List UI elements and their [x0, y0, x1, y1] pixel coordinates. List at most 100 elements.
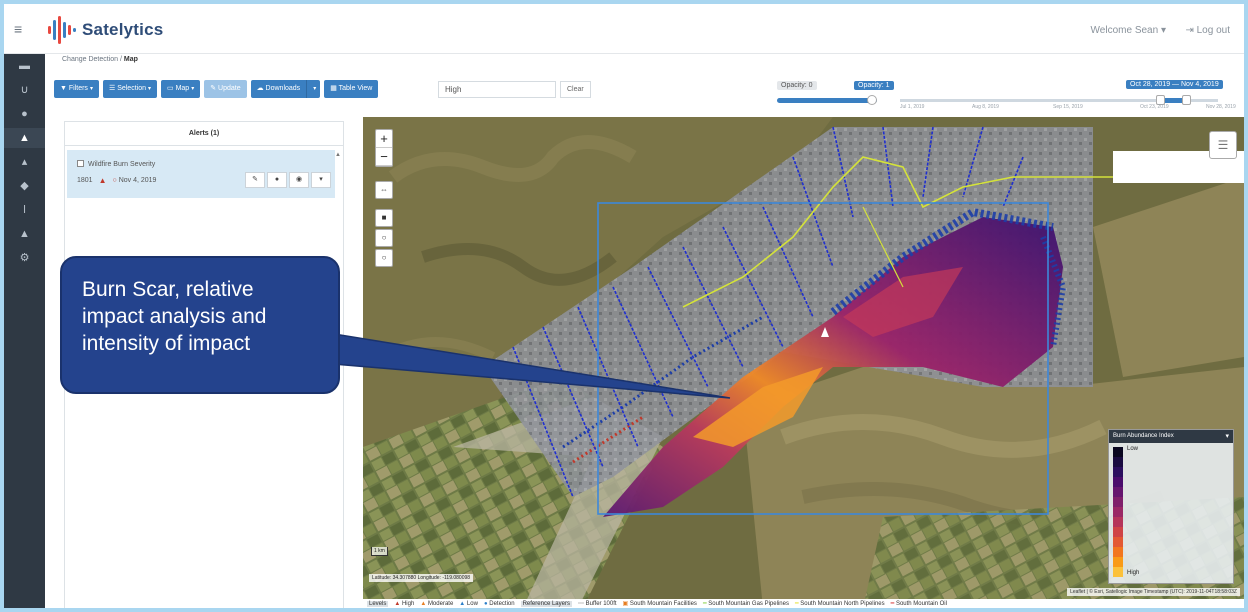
chevron-down-icon[interactable]: ▾ [1225, 430, 1229, 443]
levels-bar: Levels ▲ High ▲ Moderate ▲ Low ● Detecti… [363, 599, 1244, 608]
map-attribution: Leaflet | © Esri, Satellogic Image Times… [1067, 588, 1240, 596]
update-button[interactable]: ✎ Update [204, 80, 247, 98]
level-low[interactable]: ▲ Low [459, 601, 478, 607]
table-view-button[interactable]: ▦ Table View [324, 80, 379, 98]
welcome-text: Welcome Sean [1090, 25, 1159, 36]
timeline-tick: Sep 15, 2019 [1053, 104, 1083, 110]
leaf-icon[interactable]: ◆ [4, 176, 45, 196]
layer-facilities[interactable]: ▣ South Mountain Facilities [623, 600, 697, 607]
flask-icon[interactable]: ▴ [4, 152, 45, 172]
draw-circle-icon[interactable]: ○ [375, 229, 393, 247]
layer-buffer[interactable]: ⋯ Buffer 100ft [578, 600, 617, 607]
magnet-icon[interactable]: ∪ [4, 80, 45, 100]
legend-swatch [1113, 547, 1123, 557]
opacity-slider-track[interactable] [777, 98, 877, 103]
map-scale: 1 km [371, 547, 388, 556]
legend-low-label: Low [1127, 446, 1139, 452]
layer-north[interactable]: ━ South Mountain North Pipelines [795, 600, 885, 607]
fire-icon[interactable]: ▲ [4, 224, 45, 244]
layer-gas[interactable]: ━ South Mountain Gas Pipelines [703, 600, 789, 607]
severity-filter-input[interactable]: High [438, 81, 556, 98]
downloads-dropdown-button[interactable]: ▾ [306, 80, 321, 98]
cursor-coordinates: Latitude: 34.307880 Longitude: -119.0800… [369, 574, 474, 582]
draw-rectangle-icon[interactable]: ■ [375, 209, 393, 227]
edit-icon[interactable]: ✎ [245, 172, 265, 188]
detection-icon: ● [483, 600, 488, 607]
level-low-label: Low [466, 600, 478, 607]
legend-swatch [1113, 467, 1123, 477]
legend-swatch [1113, 457, 1123, 467]
opacity-slider-handle[interactable] [867, 95, 877, 105]
legend-swatch [1113, 497, 1123, 507]
layers-icon[interactable]: ☰ [1209, 131, 1237, 159]
breadcrumb-parent[interactable]: Change Detection [62, 56, 118, 63]
alert-date-wrap: ○ Nov 4, 2019 [113, 177, 157, 184]
legend-high-label: High [1127, 570, 1140, 576]
reference-layers-label: Reference Layers [520, 600, 572, 607]
satelytics-logo[interactable]: Satelytics [46, 14, 163, 46]
oil-line-icon: ━ [890, 601, 895, 607]
date-range-badge: Oct 28, 2019 — Nov 4, 2019 [1126, 80, 1223, 89]
alert-name: Wildfire Burn Severity [88, 161, 156, 168]
selection-button[interactable]: ☰ Selection ▾ [102, 80, 157, 98]
clear-button[interactable]: Clear [560, 81, 591, 98]
selection-label: Selection [117, 85, 146, 92]
left-sidebar: ▬ ∪ ● ▲ ▴ ◆ ǀ ▲ ⚙ [4, 54, 45, 608]
zoom-in-button[interactable]: + [376, 130, 392, 148]
thermometer-icon[interactable]: ǀ [4, 200, 45, 220]
droplet-icon[interactable]: ● [4, 104, 45, 124]
annotation-callout: Burn Scar, relative impact analysis and … [60, 256, 340, 394]
folder-icon[interactable]: ▬ [4, 56, 45, 76]
draw-marker-icon[interactable]: ○ [375, 249, 393, 267]
measure-icon[interactable]: ⇔ [375, 181, 393, 199]
filters-label: Filters [68, 85, 88, 92]
locate-icon[interactable]: ● [267, 172, 287, 188]
satellite-map[interactable]: + − ⇔ ■ ○ ○ ☰ Burn Abundance Index ▾ Low… [363, 117, 1244, 608]
callout-text: Burn Scar, relative impact analysis and … [82, 278, 267, 355]
table-view-label: Table View [338, 85, 373, 92]
map-button[interactable]: ▭ Map ▾ [161, 80, 201, 98]
user-menu[interactable]: Welcome Sean ▾ [1091, 25, 1166, 36]
alert-checkbox[interactable] [77, 160, 84, 167]
layer-gas-label: South Mountain Gas Pipelines [708, 601, 789, 607]
more-options-icon[interactable]: ▾ [311, 172, 331, 188]
legend-header[interactable]: Burn Abundance Index ▾ [1109, 430, 1233, 443]
timeline-end-handle[interactable] [1182, 95, 1191, 105]
alert-item[interactable]: Wildfire Burn Severity 1801 ▲ ○ Nov 4, 2… [67, 150, 335, 198]
logout-label: Log out [1196, 25, 1230, 36]
moderate-icon: ▲ [420, 600, 427, 607]
scroll-up-icon[interactable]: ▲ [335, 152, 341, 158]
legend-swatch [1113, 567, 1123, 577]
settings-icon[interactable]: ⚙ [4, 248, 45, 268]
timeline-tick: Nov 28, 2019 [1206, 104, 1236, 110]
app-name: Satelytics [82, 20, 164, 39]
downloads-label: Downloads [265, 85, 301, 92]
low-icon: ▲ [459, 600, 466, 607]
downloads-button[interactable]: ☁ Downloads [250, 80, 307, 98]
logout-link[interactable]: ⇥ Log out [1185, 25, 1230, 36]
north-line-icon: ━ [794, 601, 799, 607]
menu-icon[interactable]: ≡ [14, 22, 28, 36]
alert-date: Nov 4, 2019 [118, 177, 157, 184]
level-moderate[interactable]: ▲ Moderate [420, 601, 453, 607]
zoom-control: + − [375, 129, 393, 167]
map-label: Map [175, 85, 190, 92]
view-icon[interactable]: ◉ [289, 172, 309, 188]
level-detection[interactable]: ● Detection [484, 601, 515, 607]
filters-button[interactable]: ▼ Filters ▾ [54, 80, 99, 98]
timeline-tick: Aug 8, 2019 [972, 104, 999, 110]
timeline-tick: Oct 23, 2019 [1140, 104, 1169, 110]
layer-north-label: South Mountain North Pipelines [800, 601, 885, 607]
zoom-out-button[interactable]: − [376, 148, 392, 166]
update-label: Update [218, 85, 241, 92]
warning-icon[interactable]: ▲ [4, 128, 45, 148]
alerts-title: Alerts (1) [65, 122, 343, 146]
alert-title: Wildfire Burn Severity [77, 160, 155, 168]
level-high[interactable]: ▲ High [394, 601, 414, 607]
layer-oil[interactable]: ━ South Mountain Oil [891, 600, 947, 607]
level-high-label: High [401, 600, 415, 607]
high-icon: ▲ [394, 600, 401, 607]
layer-buffer-label: Buffer 100ft [585, 601, 617, 607]
timeline-tick: Jul 1, 2019 [900, 104, 925, 110]
gas-line-icon: ━ [702, 601, 707, 607]
